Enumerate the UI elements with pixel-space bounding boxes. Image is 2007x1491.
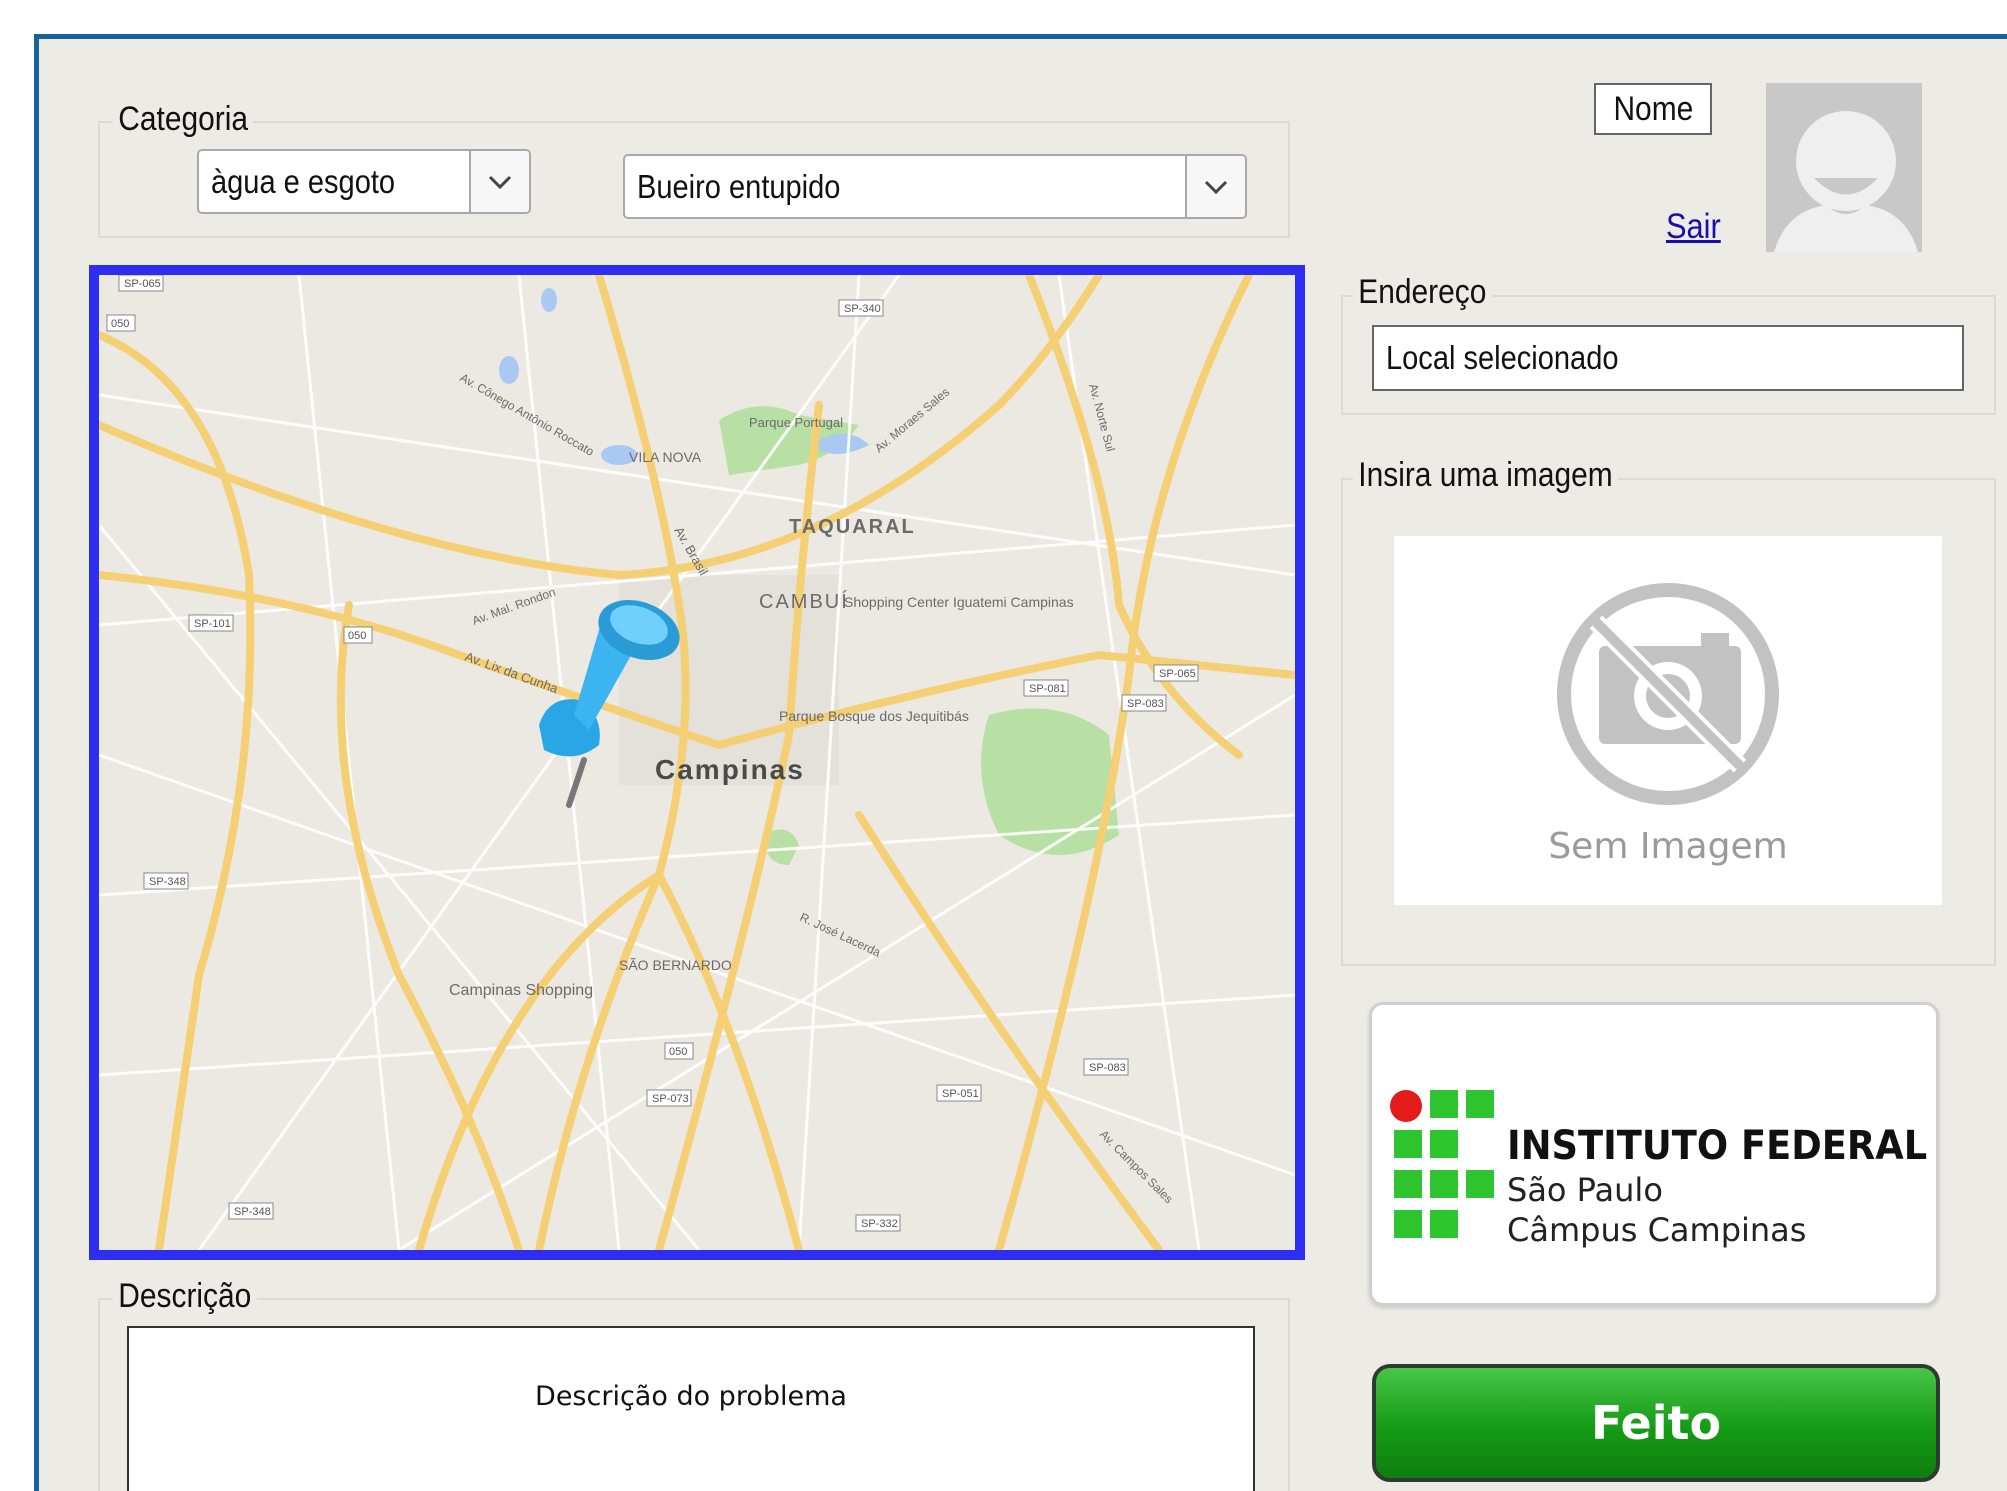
highway-label: SP-073 bbox=[652, 1093, 689, 1105]
chevron-down-icon[interactable] bbox=[1185, 156, 1245, 217]
map-road-label: Av. Moraes Sales bbox=[872, 385, 952, 455]
highway-label: SP-101 bbox=[194, 618, 231, 630]
chevron-down-icon[interactable] bbox=[469, 151, 529, 212]
highway-label: SP-340 bbox=[844, 303, 881, 315]
user-name-label: Nome bbox=[1594, 83, 1712, 135]
highway-label: SP-348 bbox=[234, 1206, 271, 1218]
map-road-label: Av. Campos Sales bbox=[1097, 1127, 1176, 1206]
map-label: SÃO BERNARDO bbox=[619, 957, 732, 973]
category-type-select[interactable]: àgua e esgoto bbox=[197, 149, 531, 214]
highway-label: SP-083 bbox=[1127, 698, 1164, 710]
logout-link[interactable]: Sair bbox=[1666, 207, 1721, 247]
map-road-label: Av. Cônego Antônio Roccato bbox=[458, 370, 597, 458]
logo-campus: Câmpus Campinas bbox=[1507, 1211, 1807, 1249]
highway-label: 050 bbox=[669, 1046, 687, 1058]
category-type-value: àgua e esgoto bbox=[211, 162, 396, 200]
highway-label: SP-332 bbox=[861, 1218, 898, 1230]
highway-label: SP-065 bbox=[1159, 668, 1196, 680]
image-upload-area[interactable]: Sem Imagem bbox=[1394, 536, 1942, 905]
no-image-text: Sem Imagem bbox=[1548, 826, 1788, 867]
avatar bbox=[1766, 83, 1922, 252]
problem-select-value: Bueiro entupido bbox=[637, 167, 841, 205]
map-poi-label: Shopping Center Iguatemi Campinas bbox=[844, 594, 1074, 610]
map-canvas[interactable]: SÃO BERNARDO VILA NOVA TAQUARAL CAMBUÍ C… bbox=[99, 275, 1295, 1250]
map-poi-label: Campinas Shopping bbox=[449, 982, 593, 999]
app-window: Categoria àgua e esgoto Bueiro entupido … bbox=[34, 34, 2007, 1491]
map-road-label: R. José Lacerda bbox=[798, 910, 883, 960]
address-legend: Endereço bbox=[1353, 272, 1492, 312]
map-view[interactable]: SÃO BERNARDO VILA NOVA TAQUARAL CAMBUÍ C… bbox=[89, 265, 1305, 1260]
highway-label: 050 bbox=[111, 318, 129, 330]
highway-label: SP-081 bbox=[1029, 683, 1066, 695]
description-placeholder: Descrição do problema bbox=[535, 1381, 847, 1412]
problem-select[interactable]: Bueiro entupido bbox=[623, 154, 1247, 219]
map-label: VILA NOVA bbox=[629, 449, 702, 465]
category-legend: Categoria bbox=[113, 99, 254, 139]
highway-label: SP-051 bbox=[942, 1088, 979, 1100]
highway-label: 050 bbox=[348, 630, 366, 642]
highway-label: SP-348 bbox=[149, 876, 186, 888]
institution-logo: INSTITUTO FEDERAL São Paulo Câmpus Campi… bbox=[1369, 1002, 1939, 1306]
address-input[interactable]: Local selecionado bbox=[1372, 325, 1964, 391]
description-legend: Descrição bbox=[113, 1276, 257, 1316]
map-poi-label: Parque Bosque dos Jequitibás bbox=[779, 708, 969, 724]
image-legend: Insira uma imagem bbox=[1353, 455, 1618, 495]
highway-label: SP-065 bbox=[124, 278, 161, 290]
map-label: TAQUARAL bbox=[789, 516, 916, 538]
highway-label: SP-083 bbox=[1089, 1062, 1126, 1074]
map-poi-label: Parque Portugal bbox=[749, 415, 843, 430]
description-textarea[interactable]: Descrição do problema bbox=[127, 1326, 1255, 1491]
map-city-label: Campinas bbox=[655, 754, 805, 785]
map-label: CAMBUÍ bbox=[759, 590, 849, 613]
map-road-label: Av. Lix da Cunha bbox=[463, 649, 561, 697]
submit-button[interactable]: Feito bbox=[1372, 1364, 1940, 1482]
user-avatar-icon bbox=[1774, 111, 1918, 252]
address-value: Local selecionado bbox=[1386, 339, 1619, 376]
logo-state: São Paulo bbox=[1507, 1171, 1663, 1209]
no-camera-icon bbox=[1557, 583, 1779, 805]
if-logo-mark bbox=[1390, 1090, 1494, 1238]
logo-title: INSTITUTO FEDERAL bbox=[1507, 1123, 1928, 1169]
